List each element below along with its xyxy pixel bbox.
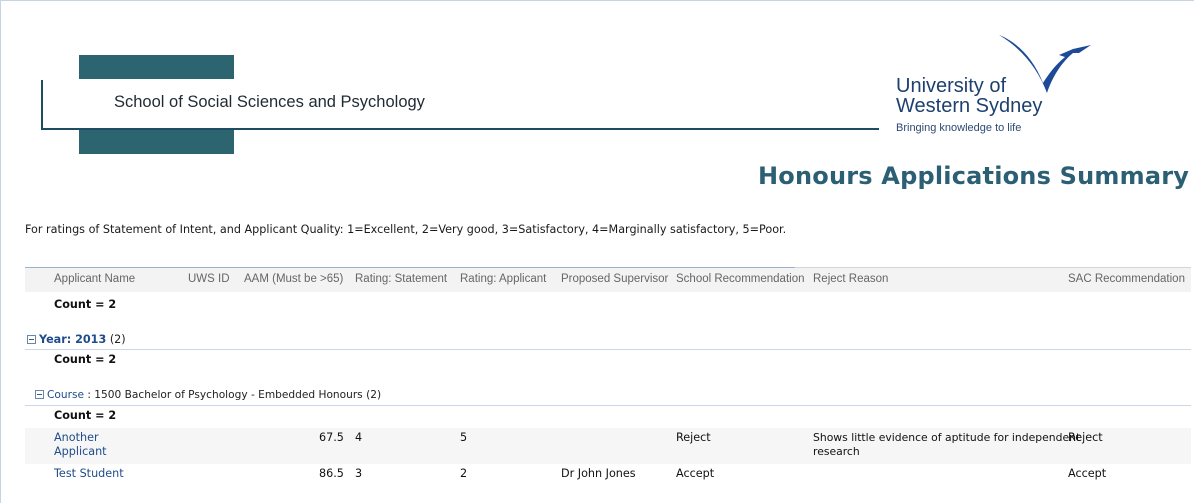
course-count: Count = 2: [54, 409, 117, 422]
year-group-count: (2): [109, 333, 126, 346]
school-recommendation-value: Reject: [676, 431, 711, 444]
column-header-reject-reason[interactable]: Reject Reason: [813, 273, 888, 285]
university-tagline: Bringing knowledge to life: [896, 122, 1022, 134]
banner-bar-top: [79, 55, 234, 79]
aam-value: 86.5: [319, 467, 344, 480]
course-group-key: Course: [47, 389, 84, 401]
university-name-line2: Western Sydney: [896, 95, 1043, 117]
column-header-rating-statement[interactable]: Rating: Statement: [355, 273, 447, 285]
header-underline: [25, 267, 795, 268]
course-group-value: : 1500 Bachelor of Psychology - Embedded…: [84, 389, 363, 401]
report-page: School of Social Sciences and Psychology…: [0, 0, 1194, 503]
total-count-row: Count = 2: [25, 292, 1191, 332]
applicant-name-link[interactable]: Test Student: [54, 467, 124, 480]
column-header-uws-id[interactable]: UWS ID: [188, 273, 230, 285]
university-logo-icon: [999, 35, 1091, 93]
applications-table: Applicant Name UWS ID AAM (Must be >65) …: [25, 267, 1191, 488]
banner-bar-bottom: [79, 130, 234, 154]
school-recommendation-value: Accept: [676, 467, 715, 480]
school-name: School of Social Sciences and Psychology: [114, 93, 425, 111]
column-header-aam[interactable]: AAM (Must be >65): [244, 273, 343, 285]
collapse-toggle-icon[interactable]: [27, 335, 36, 344]
course-group-count: (2): [366, 389, 382, 401]
banner-vertical-rule: [41, 80, 43, 130]
sac-recommendation-value: Reject: [1068, 431, 1103, 444]
rating-statement-value: 3: [355, 467, 363, 480]
rating-statement-value: 4: [355, 431, 363, 444]
reject-reason-value: Shows little evidence of aptitude for in…: [813, 431, 1081, 444]
rating-applicant-value: 2: [460, 467, 468, 480]
collapse-toggle-icon[interactable]: [35, 390, 44, 399]
course-group-label[interactable]: Course : 1500 Bachelor of Psychology - E…: [35, 389, 381, 401]
column-header-sac-recommendation[interactable]: SAC Recommendation: [1068, 273, 1185, 285]
year-group-value: : 2013: [66, 333, 107, 346]
column-header-school-recommendation[interactable]: School Recommendation: [676, 273, 805, 285]
year-group-key: Year: [39, 333, 67, 346]
applicant-name-link-line2[interactable]: Applicant: [54, 445, 107, 458]
course-group-header[interactable]: Course : 1500 Bachelor of Psychology - E…: [25, 388, 1191, 406]
table-row: Test Student 86.5 3 2 Dr John Jones Acce…: [25, 464, 1191, 488]
sac-recommendation-value: Accept: [1068, 467, 1107, 480]
table-header: Applicant Name UWS ID AAM (Must be >65) …: [25, 267, 1191, 292]
report-title: Honours Applications Summary: [758, 162, 1190, 190]
ratings-note: For ratings of Statement of Intent, and …: [25, 223, 787, 236]
year-group-header[interactable]: Year: 2013 (2): [25, 332, 1191, 350]
column-header-proposed-supervisor[interactable]: Proposed Supervisor: [561, 273, 668, 285]
year-count: Count = 2: [54, 353, 117, 366]
table-row: Another Applicant 67.5 4 5 Reject Shows …: [25, 428, 1191, 464]
applicant-name-link[interactable]: Another: [54, 431, 99, 444]
course-count-row: Count = 2: [25, 406, 1191, 428]
rating-applicant-value: 5: [460, 431, 468, 444]
column-header-rating-applicant[interactable]: Rating: Applicant: [460, 273, 546, 285]
year-count-row: Count = 2: [25, 350, 1191, 388]
year-group-label[interactable]: Year: 2013 (2): [27, 333, 126, 346]
column-header-applicant-name[interactable]: Applicant Name: [54, 273, 135, 285]
supervisor-value: Dr John Jones: [561, 467, 636, 480]
total-count: Count = 2: [54, 298, 117, 311]
reject-reason-value-line2: research: [813, 445, 860, 458]
aam-value: 67.5: [319, 431, 344, 444]
